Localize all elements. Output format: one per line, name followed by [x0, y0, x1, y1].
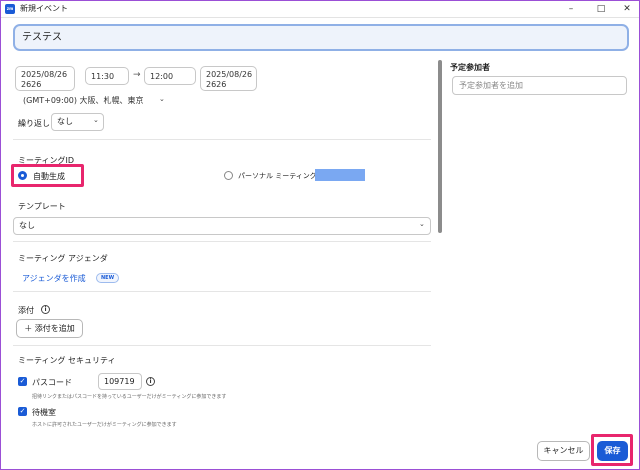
- start-date-line2: 2626: [21, 80, 42, 89]
- template-select[interactable]: なし: [13, 217, 431, 235]
- timezone-select[interactable]: (GMT+09:00) 大阪、札幌、東京: [23, 95, 144, 106]
- passcode-checkbox[interactable]: ✓: [18, 377, 27, 386]
- repeat-label: 繰り返し: [18, 119, 50, 128]
- minimize-button[interactable]: –: [557, 1, 585, 17]
- chevron-down-icon[interactable]: ⌄: [419, 220, 425, 228]
- security-heading: ミーティング セキュリティ: [18, 356, 116, 365]
- agenda-heading: ミーティング アジェンダ: [18, 254, 108, 263]
- section-divider: [13, 139, 431, 140]
- close-button[interactable]: ✕: [613, 1, 640, 17]
- end-date-line2: 2626: [206, 80, 227, 89]
- template-heading: テンプレート: [18, 202, 66, 211]
- info-icon[interactable]: i: [41, 305, 50, 314]
- waiting-room-hint: ホストに許可されたユーザーだけがミーティングに参加できます: [32, 422, 177, 428]
- invitees-heading: 予定参加者: [450, 63, 490, 72]
- section-divider: [13, 291, 431, 292]
- title-divider: [1, 17, 639, 18]
- maximize-button[interactable]: □: [587, 1, 615, 17]
- section-divider: [13, 345, 431, 346]
- invitees-input[interactable]: 予定参加者を追加: [452, 76, 627, 95]
- passcode-input[interactable]: 109719: [98, 373, 142, 390]
- add-attachment-button[interactable]: ＋ 添付を追加: [16, 319, 83, 338]
- start-time-field[interactable]: 11:30: [85, 67, 129, 85]
- start-date-field[interactable]: 2025/08/26 2626: [15, 66, 75, 91]
- new-badge: NEW: [96, 273, 120, 283]
- create-agenda-link[interactable]: アジェンダを作成: [22, 273, 86, 284]
- waiting-room-label: 待機室: [32, 408, 56, 417]
- passcode-hint: 招待リンクまたはパスコードを持っているユーザーだけがミーティングに参加できます: [32, 394, 227, 400]
- save-button[interactable]: 保存: [597, 441, 628, 461]
- info-icon[interactable]: i: [146, 377, 155, 386]
- auto-generate-label: 自動生成: [33, 172, 65, 181]
- start-date-line1: 2025/08/26: [21, 70, 68, 79]
- chevron-down-icon[interactable]: ⌄: [159, 95, 165, 103]
- section-divider: [13, 241, 431, 242]
- end-time-field[interactable]: 12:00: [144, 67, 196, 85]
- new-event-window: zm 新規イベント – □ ✕ テステス 2025/08/26 2626 11:…: [0, 0, 640, 470]
- event-title-input[interactable]: テステス: [13, 24, 629, 51]
- radio-auto-generate[interactable]: [18, 171, 27, 180]
- end-date-line1: 2025/08/26: [206, 70, 253, 79]
- arrow-right-icon: →: [133, 70, 141, 80]
- passcode-label: パスコード: [32, 378, 72, 387]
- cancel-button[interactable]: キャンセル: [537, 441, 590, 461]
- template-value: なし: [19, 221, 35, 230]
- repeat-value: なし: [57, 117, 73, 126]
- personal-id-label: パーソナル ミーティング ID: [238, 172, 327, 180]
- chevron-down-icon[interactable]: ⌄: [93, 116, 99, 124]
- title-bar: zm 新規イベント – □ ✕: [1, 1, 639, 17]
- attachments-heading: 添付: [18, 306, 34, 315]
- scrollbar[interactable]: [438, 60, 442, 233]
- waiting-room-checkbox[interactable]: ✓: [18, 407, 27, 416]
- window-title: 新規イベント: [20, 4, 68, 13]
- end-date-field[interactable]: 2025/08/26 2626: [200, 66, 257, 91]
- zoom-app-icon: zm: [5, 4, 15, 14]
- radio-personal-id[interactable]: [224, 171, 233, 180]
- personal-id-value-redacted: [315, 169, 365, 181]
